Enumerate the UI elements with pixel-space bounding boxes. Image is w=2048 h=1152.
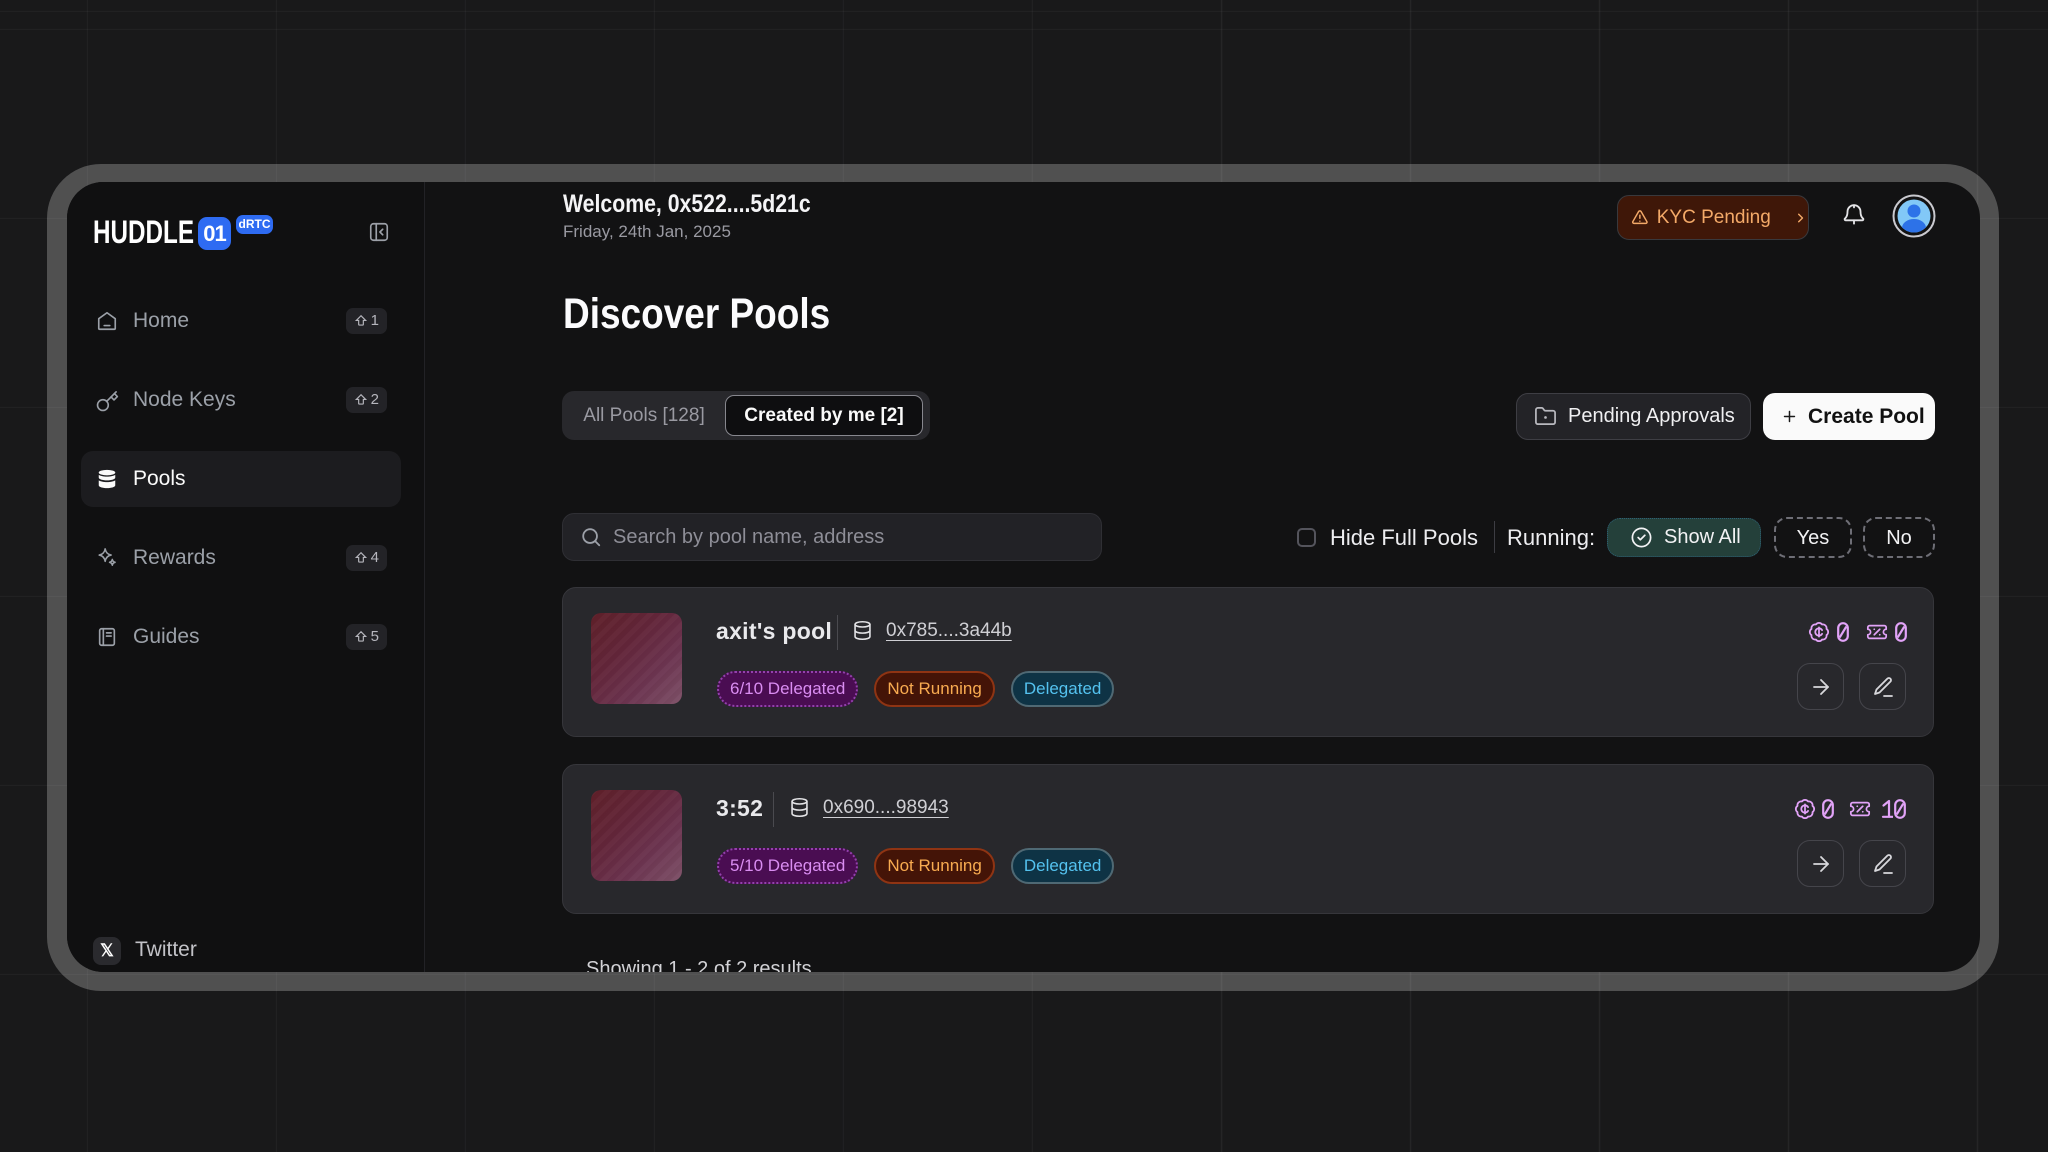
svg-text:HUDDLE: HUDDLE	[93, 216, 194, 250]
